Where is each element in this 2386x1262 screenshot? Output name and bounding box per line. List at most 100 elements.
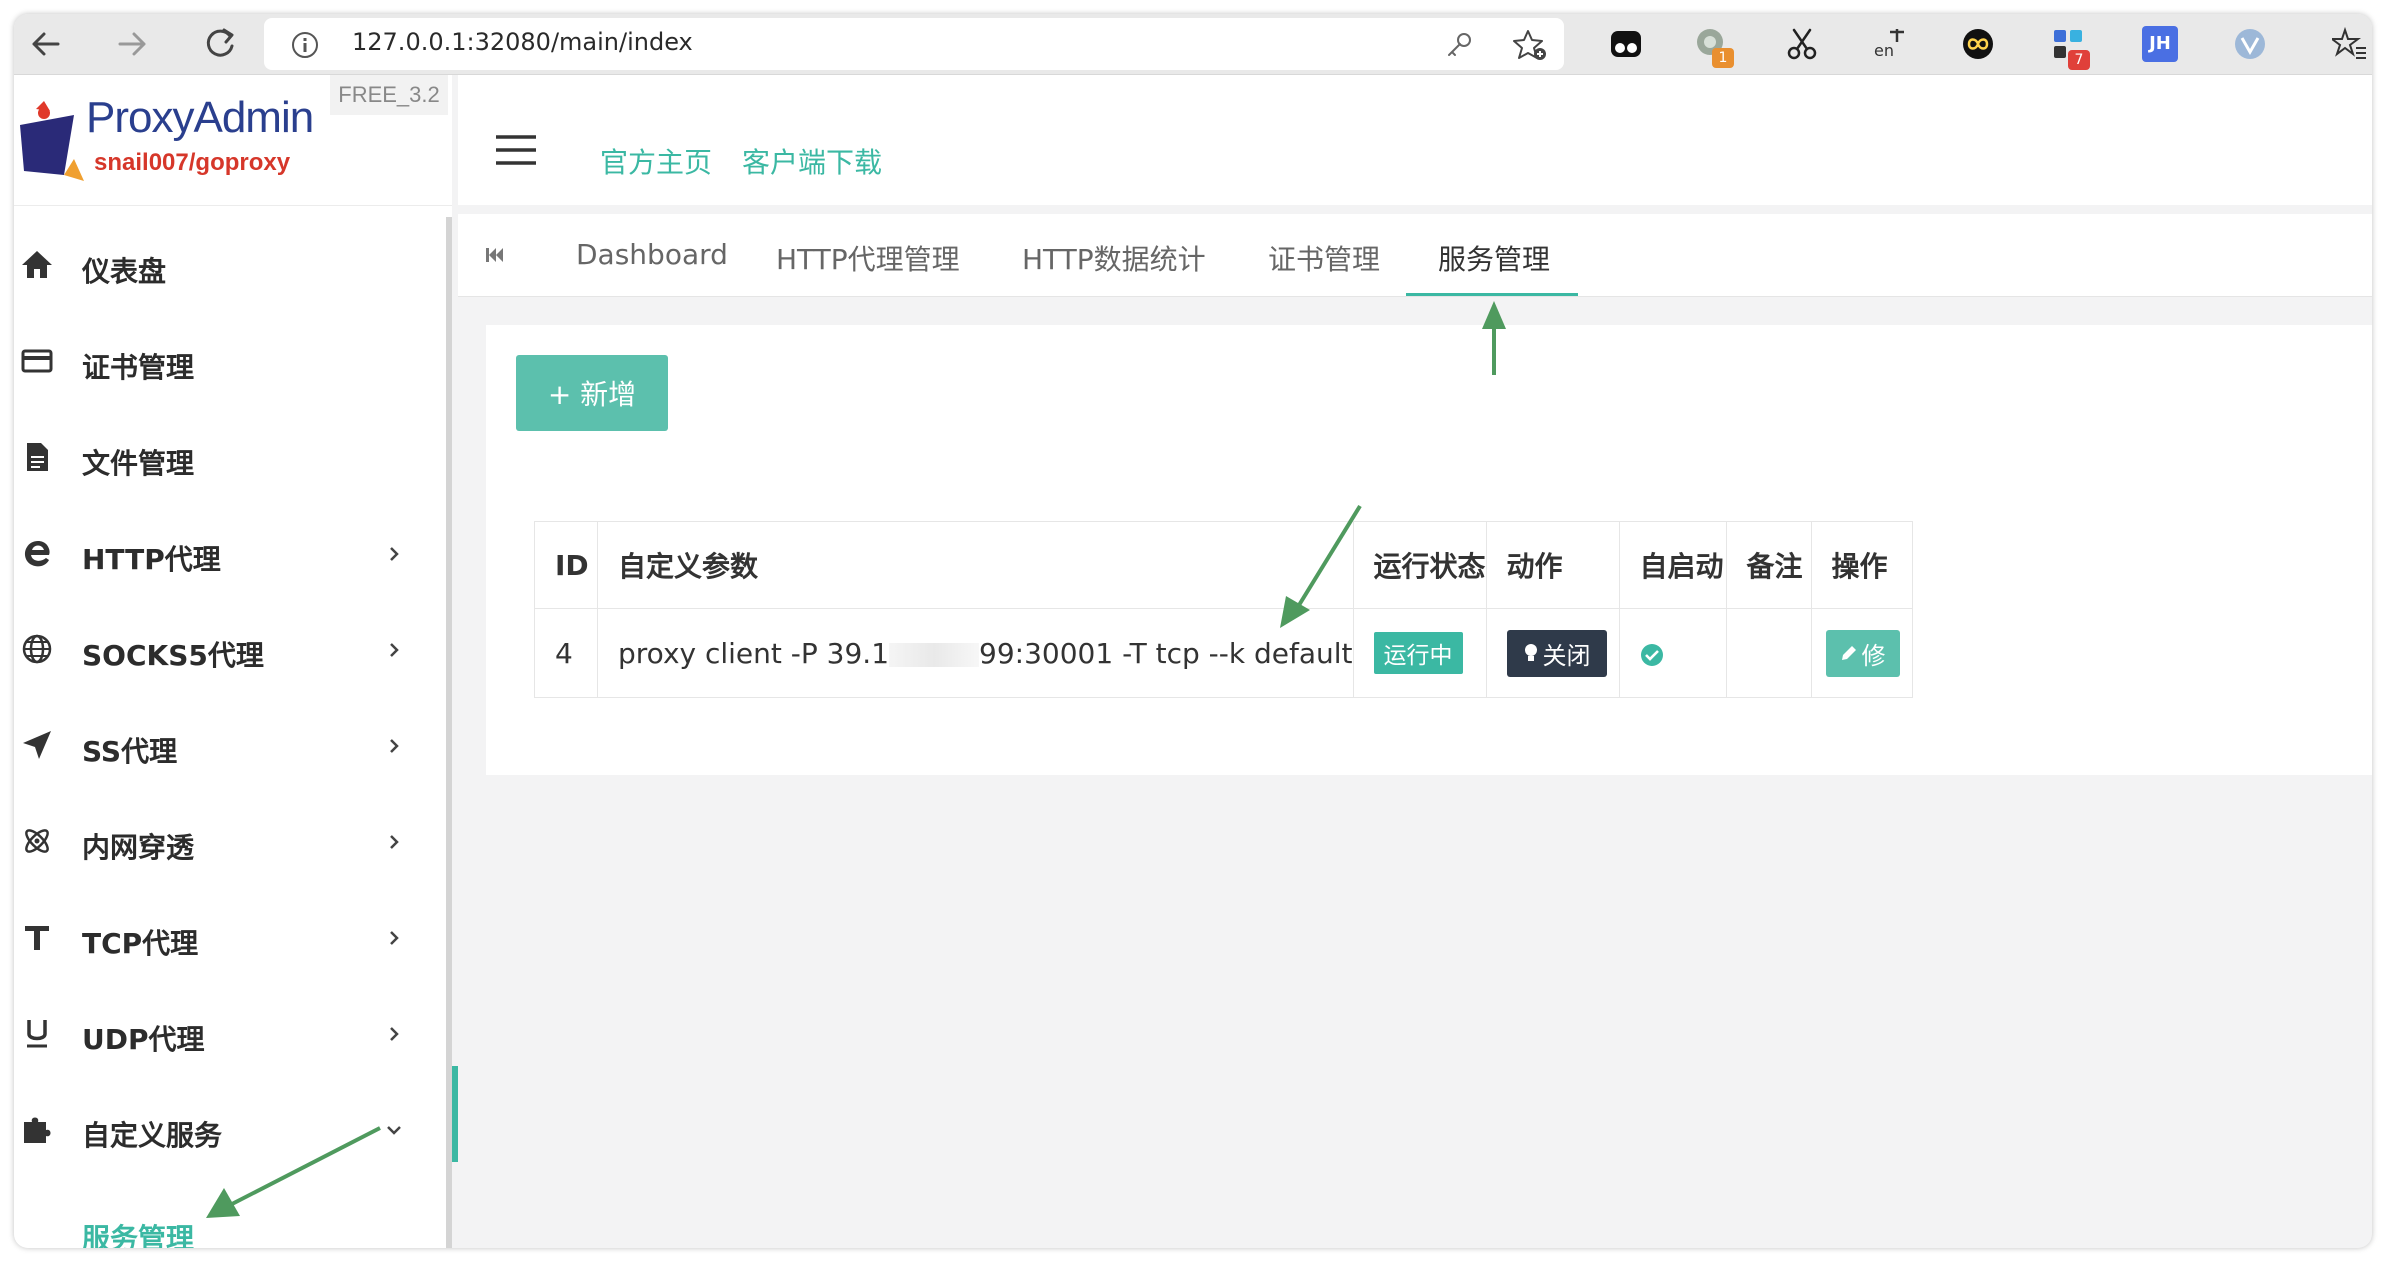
sidebar-item-label: 自定义服务 — [82, 1119, 223, 1152]
chevron-right-icon — [390, 1027, 399, 1041]
sidebar-item-socks5-proxy[interactable]: SOCKS5代理 — [14, 604, 444, 700]
top-header: 官方主页 客户端下载 — [458, 75, 2372, 205]
svg-text:en: en — [1874, 41, 1894, 60]
cell-action: 关闭 — [1485, 608, 1620, 698]
sidebar-item-ss-proxy[interactable]: SS代理 — [14, 700, 444, 796]
sidebar-subitem-service-management[interactable]: 服务管理 — [82, 1217, 194, 1248]
sidebar-item-label: 内网穿透 — [82, 831, 195, 864]
ext-badge-7-wrap[interactable]: 7 — [2050, 26, 2090, 70]
url-text[interactable]: 127.0.0.1:32080/main/index — [352, 28, 693, 56]
back-icon[interactable] — [26, 24, 66, 64]
params-suffix: 99:30001 -T tcp --k default — [979, 636, 1353, 670]
redacted-ip-mask — [889, 642, 980, 667]
check-circle-icon — [1640, 643, 1663, 666]
sidebar-item-label: SS代理 — [82, 735, 178, 768]
tab-http-proxy-management[interactable]: HTTP代理管理 — [776, 238, 960, 278]
forward-icon[interactable] — [112, 24, 152, 64]
translate-extension-icon[interactable]: en — [1872, 26, 1908, 62]
stop-service-label: 关闭 — [1542, 641, 1591, 670]
edit-service-label: 修 — [1861, 641, 1886, 670]
key-icon[interactable] — [1444, 30, 1474, 60]
cell-id[interactable]: 4 — [534, 608, 598, 698]
sidebar-item-label: 文件管理 — [82, 447, 195, 480]
tab-service-management[interactable]: 服务管理 — [1438, 238, 1550, 278]
proxyadmin-logo-icon — [20, 101, 84, 181]
chevron-down-icon — [387, 1126, 401, 1135]
puzzle-icon — [24, 1117, 51, 1143]
col-header-action: 动作 — [1485, 521, 1620, 609]
stop-service-button[interactable]: 关闭 — [1506, 629, 1607, 677]
cell-operation: 修 — [1810, 608, 1913, 698]
sidebar-item-dashboard[interactable]: 仪表盘 — [14, 220, 444, 316]
pencil-icon — [1841, 646, 1856, 660]
col-header-autostart: 自启动 — [1618, 521, 1727, 609]
browser-toolbar: 127.0.0.1:32080/main/index 1 en 7 JH — [14, 14, 2372, 75]
home-icon — [22, 251, 52, 278]
vue-devtools-extension-icon[interactable] — [2232, 26, 2268, 62]
col-header-operation: 操作 — [1810, 521, 1913, 609]
service-card: + 新增 ID 自定义参数 运行状态 动作 自启动 备注 操作 4 proxy … — [486, 325, 2372, 775]
official-homepage-link[interactable]: 官方主页 — [600, 141, 712, 181]
credit-card-icon — [21, 349, 53, 373]
add-service-button[interactable]: + 新增 — [516, 355, 668, 431]
sidebar-item-label: UDP代理 — [82, 1023, 205, 1056]
sidebar-item-label: HTTP代理 — [82, 543, 221, 576]
atom-icon — [25, 829, 49, 853]
chevron-right-icon — [390, 739, 399, 753]
sidebar-item-tcp-proxy[interactable]: TCP代理 — [14, 892, 444, 988]
sidebar-item-intranet-penetration[interactable]: 内网穿透 — [14, 796, 444, 892]
col-header-custom-params: 自定义参数 — [597, 521, 1354, 609]
scissors-extension-icon[interactable] — [1784, 26, 1820, 62]
globe-icon — [22, 634, 52, 664]
reading-list-icon[interactable] — [2332, 26, 2366, 62]
edit-service-button[interactable]: 修 — [1825, 629, 1900, 677]
sidebar-item-certs[interactable]: 证书管理 — [14, 316, 444, 412]
sidebar-item-udp-proxy[interactable]: UDP代理 — [14, 988, 444, 1084]
sidebar-item-custom-service[interactable]: 自定义服务 — [14, 1084, 444, 1180]
infinity-extension-icon[interactable] — [1960, 26, 1996, 62]
jh-extension-icon[interactable]: JH — [2142, 26, 2178, 62]
tab-scroll-left-icon[interactable] — [484, 244, 506, 266]
active-tab-underline — [1406, 293, 1578, 296]
cell-autostart — [1618, 608, 1727, 698]
sidebar-item-label: TCP代理 — [82, 927, 199, 960]
table-header-row: ID 自定义参数 运行状态 动作 自启动 备注 操作 — [534, 521, 1913, 609]
chevron-right-icon — [390, 835, 399, 849]
letter-u-icon — [27, 1020, 47, 1048]
version-badge: FREE_3.2 — [330, 75, 448, 115]
brand-title: ProxyAdmin — [86, 93, 314, 142]
address-bar[interactable]: 127.0.0.1:32080/main/index — [264, 18, 1564, 70]
tab-dashboard[interactable]: Dashboard — [576, 238, 728, 271]
params-prefix: proxy client -P 39.1 — [618, 636, 890, 670]
edge-e-icon — [24, 541, 50, 567]
sidebar-item-http-proxy[interactable]: HTTP代理 — [14, 508, 444, 604]
logo-area: ProxyAdmin snail007/goproxy FREE_3.2 — [14, 75, 452, 206]
browser-window: 127.0.0.1:32080/main/index 1 en 7 JH Pro… — [14, 14, 2372, 1248]
sidebar-item-label: 证书管理 — [82, 351, 195, 384]
hamburger-menu-icon[interactable] — [494, 133, 538, 167]
table-row: 4 proxy client -P 39.1 99:30001 -T tcp --… — [534, 608, 1913, 698]
tab-cert-management[interactable]: 证书管理 — [1268, 238, 1380, 278]
col-header-note: 备注 — [1725, 521, 1812, 609]
sidebar-item-label: 仪表盘 — [82, 255, 167, 288]
col-header-run-status: 运行状态 — [1352, 521, 1487, 609]
reload-icon[interactable] — [200, 24, 240, 64]
cell-note — [1725, 608, 1812, 698]
tab-bar: Dashboard HTTP代理管理 HTTP数据统计 证书管理 服务管理 — [458, 214, 2372, 297]
chevron-right-icon — [390, 931, 399, 945]
info-icon[interactable] — [290, 30, 320, 60]
status-badge: 运行中 — [1373, 632, 1463, 674]
tampermonkey-extension-icon[interactable] — [1608, 26, 1644, 62]
paper-plane-icon — [23, 731, 51, 759]
cell-custom-params: proxy client -P 39.1 99:30001 -T tcp --k … — [597, 608, 1354, 698]
letter-t-icon — [25, 926, 49, 950]
bookmark-star-icon[interactable] — [1512, 28, 1548, 62]
chevron-right-icon — [390, 547, 399, 561]
sidebar-item-label: SOCKS5代理 — [82, 639, 264, 672]
tab-http-data-statistics[interactable]: HTTP数据统计 — [1022, 238, 1206, 278]
col-header-id: ID — [534, 521, 598, 609]
ext-badge-1-wrap[interactable]: 1 — [1694, 26, 1734, 68]
client-download-link[interactable]: 客户端下载 — [742, 141, 882, 181]
sidebar-item-files[interactable]: 文件管理 — [14, 412, 444, 508]
active-menu-indicator — [452, 1066, 458, 1162]
